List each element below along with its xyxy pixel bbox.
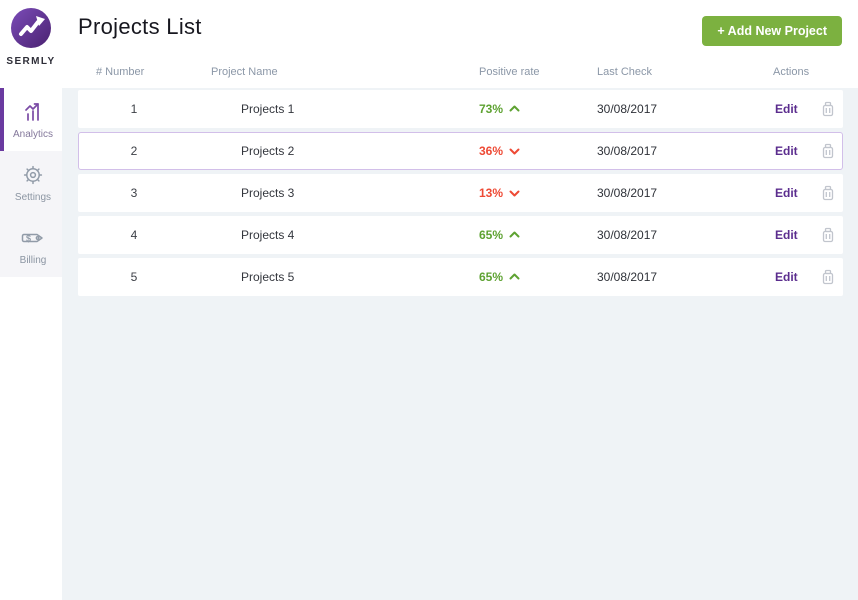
chevron-up-icon [509,105,520,113]
sidebar-item-settings[interactable]: Settings [0,151,62,214]
chevron-down-icon [509,189,520,197]
table-row[interactable]: 2 Projects 2 36% 30/08/2017 Edit [78,132,843,170]
row-number: 3 [130,186,138,200]
delete-button[interactable] [820,226,836,244]
row-number: 5 [130,270,138,284]
app-window: SERMLY Analytics Settings $ Billing Proj… [0,0,858,600]
delete-button[interactable] [820,268,836,286]
sidebar: SERMLY Analytics Settings $ Billing [0,0,62,600]
project-name: Projects 3 [241,186,295,200]
table-row[interactable]: 1 Projects 1 73% 30/08/2017 Edit [78,90,843,128]
add-new-project-button[interactable]: + Add New Project [702,16,842,46]
sidebar-item-label: Billing [19,255,47,266]
positive-rate: 65% [449,228,567,242]
trash-icon [820,143,836,163]
table-row[interactable]: 5 Projects 5 65% 30/08/2017 Edit [78,258,843,296]
positive-rate: 73% [449,102,567,116]
sidebar-menu: Analytics Settings $ Billing [0,88,62,277]
edit-link[interactable]: Edit [775,270,798,284]
column-header-project-name: Project Name [211,66,278,78]
chevron-up-icon [509,273,520,281]
delete-button[interactable] [820,142,836,160]
last-check-date: 30/08/2017 [597,270,658,284]
positive-rate-value: 36% [479,144,504,158]
positive-rate-value: 65% [479,270,504,284]
bar-chart-icon [22,101,44,123]
last-check-date: 30/08/2017 [597,186,658,200]
delete-button[interactable] [820,184,836,202]
project-name: Projects 1 [241,102,295,116]
trash-icon [820,227,836,247]
trash-icon [820,269,836,289]
edit-link[interactable]: Edit [775,144,798,158]
column-header-actions: Actions [773,66,810,78]
edit-link[interactable]: Edit [775,228,798,242]
gear-icon [22,164,44,186]
chevron-down-icon [509,147,520,155]
brand-name: SERMLY [6,56,56,67]
row-actions: Edit [747,184,842,202]
row-actions: Edit [747,268,842,286]
delete-button[interactable] [820,100,836,118]
row-number: 2 [130,144,138,158]
project-name: Projects 5 [241,270,295,284]
brand-logo: SERMLY [0,0,62,88]
sidebar-item-label: Analytics [12,129,53,140]
column-header-number: # Number [96,66,145,78]
table-header: # Number Project Name Positive rate Last… [78,56,843,88]
projects-table: 1 Projects 1 73% 30/08/2017 Edit 2 Proje… [62,88,858,600]
positive-rate-value: 13% [479,186,504,200]
sidebar-item-analytics[interactable]: Analytics [0,88,62,151]
row-number: 1 [130,102,138,116]
row-number: 4 [130,228,138,242]
trash-icon [820,101,836,121]
last-check-date: 30/08/2017 [597,228,658,242]
main-content: Projects List + Add New Project # Number… [62,0,858,600]
last-check-date: 30/08/2017 [597,144,658,158]
column-header-positive-rate: Positive rate [479,66,540,78]
page-header: Projects List + Add New Project [62,0,858,56]
table-row[interactable]: 3 Projects 3 13% 30/08/2017 Edit [78,174,843,212]
chevron-up-icon [509,231,520,239]
row-actions: Edit [747,142,842,160]
page-title: Projects List [78,14,202,39]
sidebar-item-billing[interactable]: $ Billing [0,214,62,277]
edit-link[interactable]: Edit [775,102,798,116]
positive-rate-value: 73% [479,102,504,116]
positive-rate-value: 65% [479,228,504,242]
project-name: Projects 4 [241,228,295,242]
price-tag-icon: $ [21,227,45,249]
positive-rate: 36% [449,144,567,158]
positive-rate: 13% [449,186,567,200]
project-name: Projects 2 [241,144,295,158]
edit-link[interactable]: Edit [775,186,798,200]
column-header-last-check: Last Check [597,66,653,78]
positive-rate: 65% [449,270,567,284]
trash-icon [820,185,836,205]
svg-text:$: $ [26,234,31,244]
last-check-date: 30/08/2017 [597,102,658,116]
row-actions: Edit [747,100,842,118]
trend-arrow-logo-icon [11,8,51,53]
row-actions: Edit [747,226,842,244]
table-row[interactable]: 4 Projects 4 65% 30/08/2017 Edit [78,216,843,254]
sidebar-item-label: Settings [14,192,52,203]
